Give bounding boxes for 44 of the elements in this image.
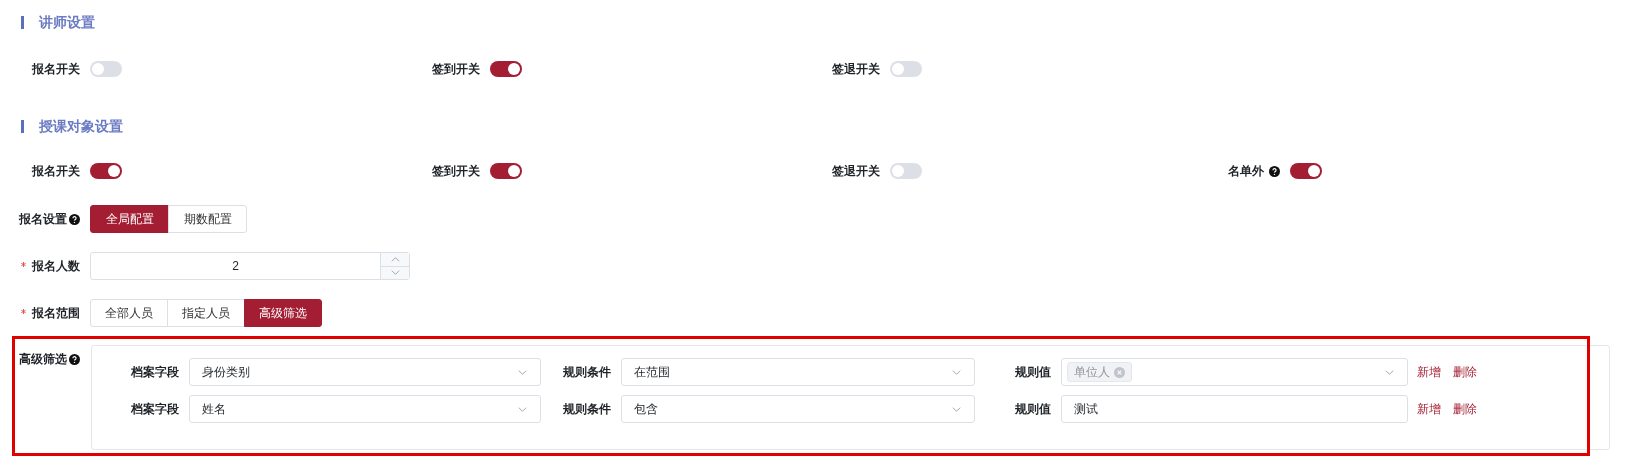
toggle-switch[interactable]	[490, 61, 522, 77]
toggle-switch[interactable]	[90, 163, 122, 179]
rule-label: 规则值	[1014, 401, 1051, 418]
field-label: 报名范围	[32, 305, 80, 322]
rule-label: 规则条件	[562, 401, 611, 418]
segment-tab[interactable]: 全局配置	[90, 205, 169, 233]
heading-bar	[21, 15, 24, 29]
rule-label: 档案字段	[130, 364, 179, 381]
switch-label: 报名开关	[32, 61, 80, 78]
switch-label: 签退开关	[832, 163, 880, 180]
field-label: 报名人数	[32, 258, 80, 275]
select-field[interactable]: 包含	[621, 395, 975, 423]
select-field[interactable]: 姓名	[189, 395, 541, 423]
switch-label: 签到开关	[432, 61, 480, 78]
text-input[interactable]: 测试	[1061, 395, 1408, 423]
section-title: 讲师设置	[39, 12, 95, 32]
select-field[interactable]: 在范围	[621, 358, 975, 386]
segment-tab[interactable]: 全部人员	[90, 299, 168, 327]
switch-label: 名单外	[1228, 163, 1264, 180]
field-label: 高级筛选	[19, 351, 67, 368]
tag: 单位人	[1067, 362, 1132, 382]
number-input[interactable]: 2	[90, 252, 410, 280]
segment-tab[interactable]: 指定人员	[167, 299, 245, 327]
action-link[interactable]: 删除	[1453, 363, 1477, 381]
rule-label: 规则条件	[562, 364, 611, 381]
switch-label: 报名开关	[32, 163, 80, 180]
field-label: 报名设置	[19, 211, 67, 228]
toggle-switch[interactable]	[490, 163, 522, 179]
action-link[interactable]: 删除	[1453, 400, 1477, 418]
action-link[interactable]: 新增	[1417, 363, 1441, 381]
switch-label: 签退开关	[832, 61, 880, 78]
heading-bar	[21, 119, 24, 133]
select-field[interactable]: 身份类别	[189, 358, 541, 386]
segment-tab[interactable]: 期数配置	[168, 205, 247, 233]
rule-label: 规则值	[1014, 364, 1051, 381]
segment-tab[interactable]: 高级筛选	[244, 299, 322, 327]
rule-label: 档案字段	[130, 401, 179, 418]
toggle-switch[interactable]	[890, 163, 922, 179]
toggle-switch[interactable]	[90, 61, 122, 77]
switch-label: 签到开关	[432, 163, 480, 180]
section-title: 授课对象设置	[39, 116, 123, 136]
action-link[interactable]: 新增	[1417, 400, 1441, 418]
toggle-switch[interactable]	[890, 61, 922, 77]
toggle-switch[interactable]	[1290, 163, 1322, 179]
